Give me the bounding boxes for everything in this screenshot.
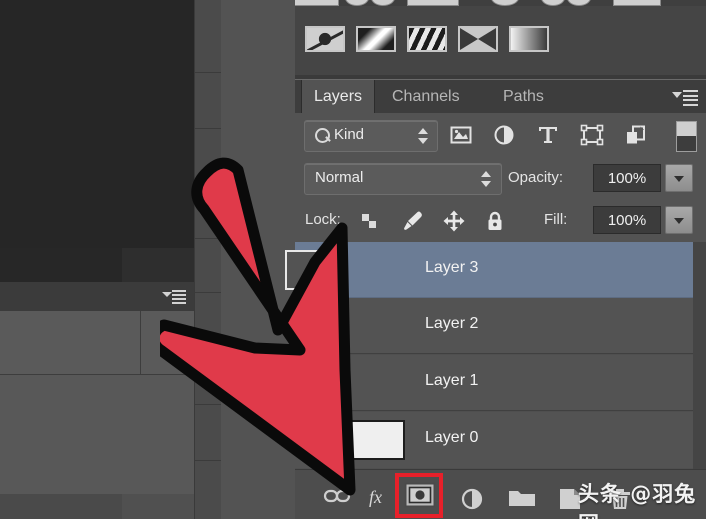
layer-filter-kind-label: Kind	[334, 126, 365, 143]
panel-dock-gutter	[194, 0, 222, 519]
fill-dropdown-arrow[interactable]	[665, 206, 693, 234]
lock-transparent-pixels-icon[interactable]	[358, 209, 384, 233]
layer-filter-toggle[interactable]	[676, 121, 697, 152]
document-canvas[interactable]	[0, 0, 194, 283]
lock-label: Lock:	[305, 211, 341, 228]
table-row[interactable]: Layer 2	[295, 298, 706, 354]
table-row[interactable]: Layer 3	[285, 242, 706, 298]
layers-panel-tabbar: Layers Channels Paths	[295, 80, 706, 114]
secondary-panel-body[interactable]	[0, 375, 194, 494]
layer-thumbnail[interactable]	[347, 420, 405, 460]
tab-paths[interactable]: Paths	[491, 80, 556, 113]
table-row[interactable]: Layer 1	[295, 355, 706, 411]
right-panel-dock: Layers Channels Paths Kind Normal Opacit…	[221, 0, 706, 519]
svg-text:fx: fx	[369, 487, 382, 507]
secondary-panel-header	[0, 282, 194, 312]
opacity-label: Opacity:	[508, 169, 564, 186]
gradient-preset-2-swatch[interactable]	[356, 26, 396, 52]
layers-panel: Layers Channels Paths Kind Normal Opacit…	[285, 79, 706, 519]
layer-filter-kind-select[interactable]: Kind	[304, 120, 438, 152]
new-adjustment-layer-button[interactable]	[459, 487, 485, 516]
filter-pixel-layers-icon[interactable]	[448, 123, 474, 147]
lock-image-pixels-icon[interactable]	[400, 209, 426, 233]
new-group-button[interactable]	[507, 487, 537, 514]
layer-thumbnail[interactable]	[285, 250, 343, 290]
tab-layers[interactable]: Layers	[301, 80, 376, 113]
opacity-input[interactable]: 100%	[593, 164, 661, 192]
panel-menu-icon[interactable]	[672, 90, 698, 106]
layer-style-button[interactable]: fx	[368, 487, 394, 512]
blend-mode-value: Normal	[315, 169, 364, 186]
lock-all-icon[interactable]	[483, 209, 509, 233]
layers-panel-bottom-toolbar: fx	[295, 469, 706, 519]
layer-name-label: Layer 3	[425, 259, 479, 276]
layer-name-label: Layer 0	[425, 429, 479, 446]
secondary-panel-strip[interactable]	[0, 311, 194, 375]
filter-shape-layers-icon[interactable]	[579, 123, 605, 147]
gradient-preset-5-swatch[interactable]	[509, 26, 549, 52]
panel-menu-icon[interactable]	[162, 290, 186, 304]
filter-adjustment-layers-icon[interactable]	[491, 123, 517, 147]
layer-name-label: Layer 2	[425, 315, 479, 332]
gradient-tray-top-edge	[295, 0, 706, 6]
opacity-dropdown-arrow[interactable]	[665, 164, 693, 192]
layer-filter-row: Kind	[295, 113, 706, 158]
filter-type-layers-icon[interactable]	[535, 123, 561, 147]
canvas-shadow-inner	[0, 248, 122, 282]
link-layers-button[interactable]	[323, 487, 351, 510]
gradient-preset-4-swatch[interactable]	[458, 26, 498, 52]
layer-name-label: Layer 1	[425, 372, 479, 389]
layer-list-scrollbar[interactable]	[693, 242, 706, 469]
table-row[interactable]: Layer 0	[295, 412, 706, 468]
blend-mode-select[interactable]: Normal	[304, 163, 502, 195]
gradient-swatch-row	[305, 26, 549, 52]
gradient-presets-tray	[295, 0, 706, 76]
gradient-preset-1-swatch[interactable]	[305, 26, 345, 52]
fill-input[interactable]: 100%	[593, 206, 661, 234]
chevron-updown-icon	[481, 171, 491, 187]
filter-smart-objects-icon[interactable]	[623, 123, 649, 147]
delete-layer-button[interactable]	[607, 487, 633, 516]
secondary-panel	[0, 282, 194, 519]
new-layer-button[interactable]	[557, 487, 583, 516]
strip-divider	[140, 311, 141, 374]
blend-mode-row: Normal Opacity: 100%	[295, 157, 706, 201]
add-layer-mask-button[interactable]	[403, 481, 437, 514]
lock-position-icon[interactable]	[441, 209, 467, 233]
layer-list[interactable]: Layer 3 Layer 2 Layer 1 Layer 0	[285, 242, 706, 469]
magnifier-icon	[315, 128, 330, 143]
lock-row: Lock: Fill: 100%	[295, 200, 706, 243]
secondary-panel-footer	[0, 494, 194, 519]
layer-visibility-icon[interactable]	[307, 431, 329, 447]
tab-channels[interactable]: Channels	[380, 80, 472, 113]
gradient-preset-3-swatch[interactable]	[407, 26, 447, 52]
chevron-updown-icon	[418, 128, 428, 144]
fill-label: Fill:	[544, 211, 568, 228]
photoshop-screenshot: Layers Channels Paths Kind Normal Opacit…	[0, 0, 706, 519]
secondary-panel-footer-inner	[0, 494, 122, 519]
